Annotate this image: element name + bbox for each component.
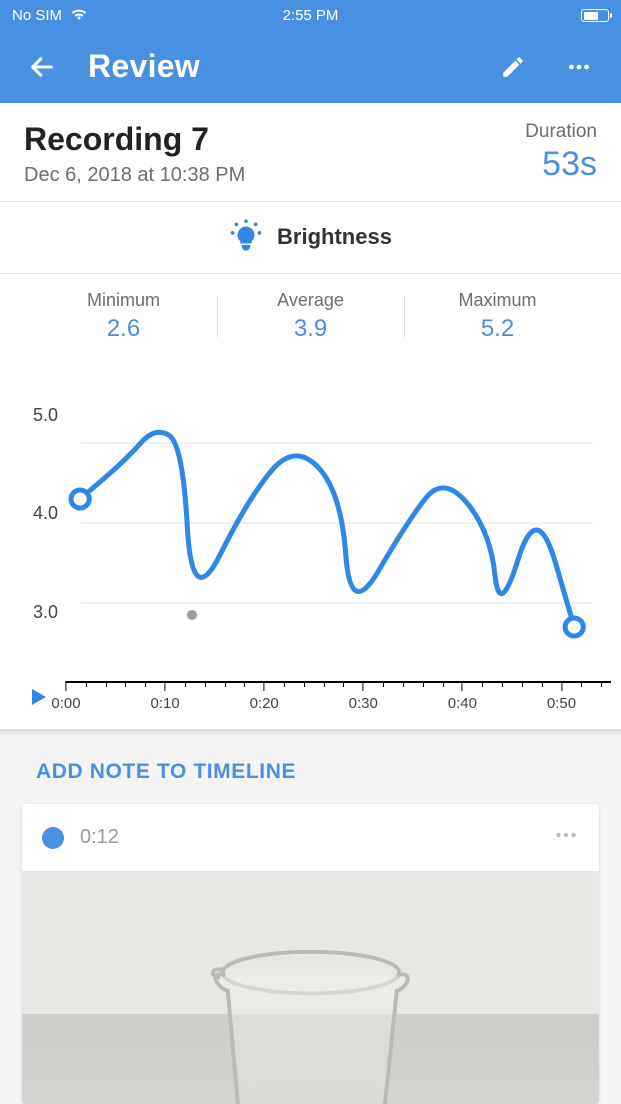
y-axis-labels: 5.04.03.0 — [10, 383, 66, 683]
note-more-button[interactable] — [553, 822, 579, 853]
duration-label: Duration — [525, 121, 597, 143]
back-button[interactable] — [22, 47, 62, 87]
sensor-header: Brightness — [0, 202, 621, 274]
duration-value: 53s — [525, 145, 597, 184]
brightness-icon — [229, 218, 263, 257]
carrier-label: No SIM — [12, 7, 62, 24]
app-header: Review — [0, 31, 621, 103]
edit-button[interactable] — [493, 47, 533, 87]
x-tick-label: 0:40 — [448, 695, 477, 712]
stat-max-label: Maximum — [404, 290, 591, 311]
wifi-icon — [70, 7, 88, 25]
recording-title: Recording 7 — [24, 121, 245, 158]
clock: 2:55 PM — [283, 7, 339, 24]
note-timestamp: 0:12 — [80, 826, 119, 849]
stat-max-value: 5.2 — [404, 315, 591, 343]
x-tick-label: 0:50 — [547, 695, 576, 712]
stat-min-label: Minimum — [30, 290, 217, 311]
stat-min-value: 2.6 — [30, 315, 217, 343]
stat-avg-label: Average — [217, 290, 404, 311]
sensor-name: Brightness — [277, 224, 392, 250]
recording-summary: Recording 7 Dec 6, 2018 at 10:38 PM Dura… — [0, 103, 621, 202]
note-photo[interactable] — [22, 871, 599, 1104]
x-tick-label: 0:30 — [349, 695, 378, 712]
more-button[interactable] — [559, 47, 599, 87]
add-note-to-timeline-button[interactable]: ADD NOTE TO TIMELINE — [0, 736, 621, 804]
stat-avg-value: 3.9 — [217, 315, 404, 343]
x-tick-label: 0:10 — [150, 695, 179, 712]
note-marker-icon — [42, 827, 64, 849]
sensor-stats: Minimum 2.6 Average 3.9 Maximum 5.2 — [0, 274, 621, 353]
timeline-note-card[interactable]: 0:12 — [22, 804, 599, 1104]
chart-plot[interactable] — [66, 383, 611, 683]
x-tick-label: 0:20 — [250, 695, 279, 712]
sensor-chart: 5.04.03.0 0:00 0:10 0:20 0:30 0:40 0:50 — [0, 353, 621, 729]
x-tick-label: 0:00 — [51, 695, 80, 712]
status-bar: No SIM 2:55 PM — [0, 0, 621, 31]
battery-icon — [581, 9, 609, 22]
page-title: Review — [88, 48, 200, 85]
x-axis: 0:000:100:200:300:400:50 — [66, 681, 611, 721]
recording-timestamp: Dec 6, 2018 at 10:38 PM — [24, 164, 245, 187]
